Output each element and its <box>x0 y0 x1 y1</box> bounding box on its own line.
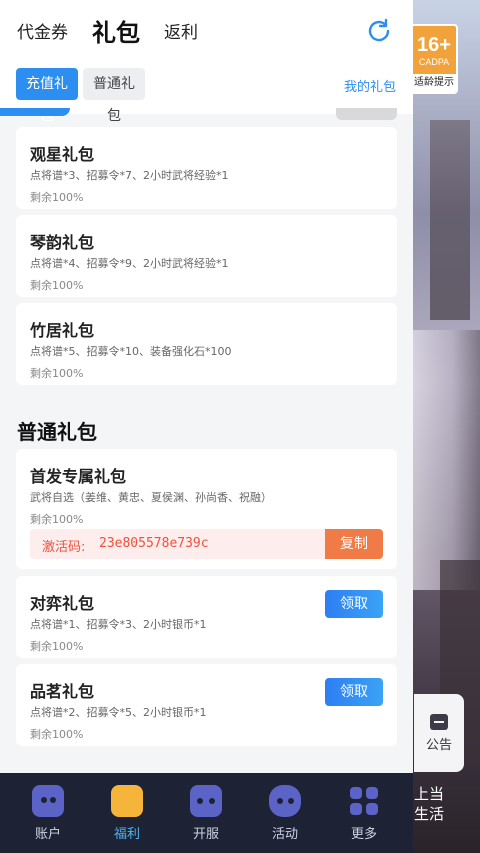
background-decoration <box>430 120 470 320</box>
controller-icon <box>269 785 301 817</box>
gift-title: 竹居礼包 <box>30 321 95 340</box>
gift-desc: 点将谱*5、招募令*10、装备强化石*100 <box>30 345 232 358</box>
grid-icon <box>348 785 380 817</box>
nav-label: 活动 <box>271 827 298 842</box>
claim-button[interactable]: 领取 <box>325 590 383 618</box>
section-title: 普通礼包 <box>17 420 97 444</box>
gamepad-icon <box>190 785 222 817</box>
gift-title: 品茗礼包 <box>30 682 95 701</box>
age-rating: 16+ <box>417 34 451 56</box>
activation-code-row: 激活码: 23e805578e739c 复制 <box>30 529 383 559</box>
copy-button[interactable]: 复制 <box>325 529 383 559</box>
gift-panel: 代金券 礼包 返利 充值礼包 普通礼包 我的礼包 观星礼包 点将谱*3、招募令*… <box>0 0 413 773</box>
gift-remain: 剩余100% <box>30 191 84 204</box>
tab-rebate[interactable]: 返利 <box>164 18 198 43</box>
gift-desc: 点将谱*1、招募令*3、2小时银币*1 <box>30 618 207 631</box>
age-rating-org: CADPA <box>418 57 450 67</box>
tab-voucher[interactable]: 代金券 <box>17 18 68 43</box>
my-gift-link[interactable]: 我的礼包 <box>344 76 396 95</box>
scroll-indicator <box>0 108 70 116</box>
claim-button[interactable]: 领取 <box>325 678 383 706</box>
nav-account[interactable]: 账户 <box>13 773 83 853</box>
gift-card[interactable]: 对弈礼包 点将谱*1、招募令*3、2小时银币*1 剩余100% 领取 <box>16 576 397 658</box>
gift-card[interactable]: 观星礼包 点将谱*3、招募令*7、2小时武将经验*1 剩余100% <box>16 127 397 209</box>
nav-label: 福利 <box>113 827 140 842</box>
background-text: 上当 生活 <box>414 785 445 823</box>
account-icon <box>32 785 64 817</box>
gift-card[interactable]: 首发专属礼包 武将自选（姜维、黄忠、夏侯渊、孙尚香、祝融） 剩余100% 激活码… <box>16 449 397 569</box>
nav-label: 更多 <box>350 827 377 842</box>
gift-card[interactable]: 品茗礼包 点将谱*2、招募令*5、2小时银币*1 剩余100% 领取 <box>16 664 397 746</box>
nav-activity[interactable]: 活动 <box>250 773 320 853</box>
gift-title: 琴韵礼包 <box>30 233 95 252</box>
gift-remain: 剩余100% <box>30 728 84 741</box>
notice-button[interactable]: 公告 <box>414 694 464 772</box>
gift-title: 观星礼包 <box>30 145 95 164</box>
tab-normal-gift[interactable]: 普通礼包 <box>83 68 145 124</box>
gift-desc: 点将谱*3、招募令*7、2小时武将经验*1 <box>30 169 229 182</box>
gift-desc: 武将自选（姜维、黄忠、夏侯渊、孙尚香、祝融） <box>30 491 272 504</box>
gift-card[interactable]: 竹居礼包 点将谱*5、招募令*10、装备强化石*100 剩余100% <box>16 303 397 385</box>
gift-remain: 剩余100% <box>30 367 84 380</box>
refresh-icon[interactable] <box>365 17 393 45</box>
nav-label: 账户 <box>34 827 61 842</box>
bottom-nav: 账户 福利 开服 活动 更多 <box>0 773 413 853</box>
nav-more[interactable]: 更多 <box>329 773 399 853</box>
scroll-indicator <box>336 108 397 120</box>
gift-icon <box>111 785 143 817</box>
gift-desc: 点将谱*2、招募令*5、2小时银币*1 <box>30 706 207 719</box>
gift-title: 对弈礼包 <box>30 594 95 613</box>
sub-tab-bar: 充值礼包 普通礼包 我的礼包 <box>0 62 413 124</box>
tab-recharge-gift[interactable]: 充值礼包 <box>16 68 78 124</box>
notice-icon <box>430 714 448 730</box>
gift-remain: 剩余100% <box>30 640 84 653</box>
nav-welfare[interactable]: 福利 <box>92 773 162 853</box>
gift-remain: 剩余100% <box>30 513 84 526</box>
activation-code-label: 激活码: <box>42 540 86 555</box>
age-rating-badge[interactable]: 16+ CADPA 适龄提示 <box>410 24 458 94</box>
gift-desc: 点将谱*4、招募令*9、2小时武将经验*1 <box>30 257 229 270</box>
gift-title: 首发专属礼包 <box>30 467 127 486</box>
gift-card[interactable]: 琴韵礼包 点将谱*4、招募令*9、2小时武将经验*1 剩余100% <box>16 215 397 297</box>
notice-label: 公告 <box>425 738 452 753</box>
nav-server-open[interactable]: 开服 <box>171 773 241 853</box>
age-rating-hint: 适龄提示 <box>412 74 456 92</box>
gift-remain: 剩余100% <box>30 279 84 292</box>
top-tab-bar: 代金券 礼包 返利 <box>0 0 413 62</box>
tab-gift[interactable]: 礼包 <box>92 13 140 48</box>
background-decoration <box>410 330 480 590</box>
nav-label: 开服 <box>192 827 219 842</box>
activation-code[interactable]: 23e805578e739c <box>99 536 209 551</box>
